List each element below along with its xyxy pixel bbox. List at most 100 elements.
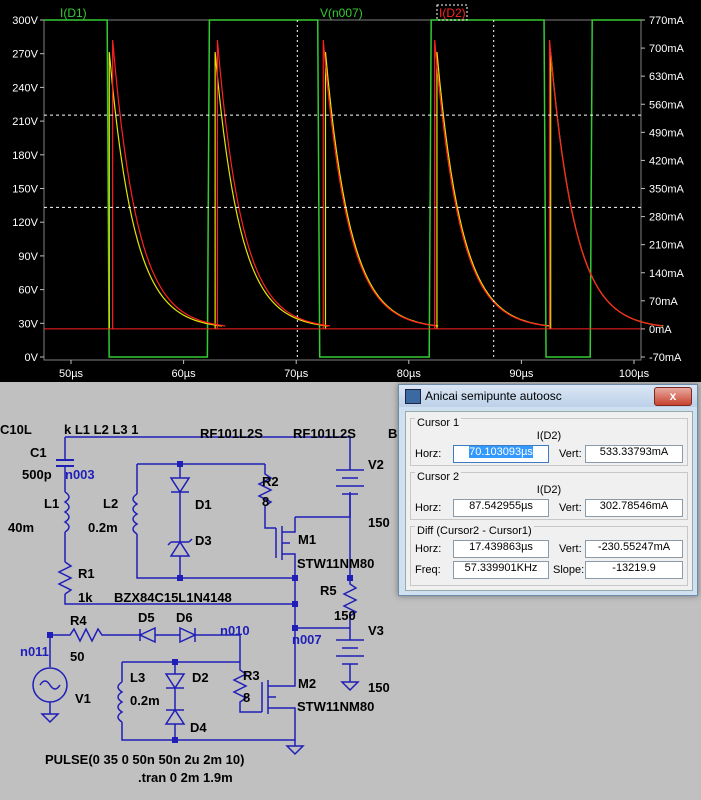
trace-i-d1-pulse [324,52,439,329]
x-axis-tick-label: 80µs [397,368,422,380]
label-k-directive[interactable]: k L1 L2 L3 1 [64,422,138,437]
x-axis-tick-label: 90µs [509,368,534,380]
left-axis-tick-label: 60V [18,285,38,297]
label-v1[interactable]: V1 [75,691,91,706]
right-axis-tick-label: 560mA [649,99,685,111]
label-c10l[interactable]: C10L [0,422,32,437]
label-d1[interactable]: D1 [195,497,212,512]
trace-i-d2-pulse [322,40,436,329]
left-axis-tick-label: 150V [12,184,38,196]
label-v3-value[interactable]: 150 [368,680,390,695]
label-c1[interactable]: C1 [30,445,47,460]
x-axis-tick-label: 70µs [284,368,309,380]
label-l2[interactable]: L2 [103,496,118,511]
diff-slope-field[interactable]: -13219.9 [585,561,683,579]
label-r3-value[interactable]: 8 [243,690,250,705]
net-label-n010[interactable]: n010 [220,623,250,638]
label-m1-value[interactable]: STW11NM80 [297,556,374,571]
right-axis-tick-label: 770mA [649,15,685,27]
label-v2[interactable]: V2 [368,457,384,472]
label-d3[interactable]: D3 [195,533,212,548]
label-r4[interactable]: R4 [70,613,87,628]
ltspice-app-icon [405,389,421,404]
cursor1-horz-field[interactable]: 70.103093µs [453,445,549,463]
label-l1[interactable]: L1 [44,496,59,511]
diff-vert-field[interactable]: -230.55247mA [585,540,683,558]
right-axis-tick-label: 350mA [649,184,685,196]
right-axis-tick-label: 280mA [649,212,685,224]
label-r4-value[interactable]: 50 [70,649,84,664]
trace-label-v-n007[interactable]: V(n007) [320,6,363,20]
cursor2-horz-field[interactable]: 87.542955µs [453,499,549,517]
label-v3[interactable]: V3 [368,623,384,638]
label-d4[interactable]: D4 [190,720,207,735]
label-r2-value[interactable]: 8 [262,494,269,509]
label-m1[interactable]: M1 [298,532,316,547]
label-d5[interactable]: D5 [138,610,155,625]
label-l1-value[interactable]: 40m [8,520,34,535]
label-r5-value[interactable]: 150 [334,608,356,623]
left-axis-tick-label: 300V [12,15,38,27]
label-rf2[interactable]: RF101L2S [293,426,356,441]
cursor1-group-title: Cursor 1 [415,417,462,429]
cursor1-horz-label: Horz: [415,448,442,460]
right-axis-tick-label: 140mA [649,268,685,280]
cursor2-trace: I(D2) [536,484,562,496]
label-zener-part[interactable]: BZX84C15L1N4148 [114,590,232,605]
cursor1-vert-label: Vert: [559,448,582,460]
trace-label-i-d1[interactable]: I(D1) [60,6,87,20]
trace-i-d2-pulse [216,40,331,329]
left-axis-tick-label: 120V [12,217,38,229]
net-label-n011[interactable]: n011 [20,644,49,659]
right-axis-tick-label: -70mA [649,352,682,364]
label-r1-value[interactable]: 1k [78,590,93,605]
diff-group-title: Diff (Cursor2 - Cursor1) [415,525,534,537]
cursor-dialog[interactable]: Anicai semipunte autoosc x Cursor 1 I(D2… [398,384,698,596]
label-r5[interactable]: R5 [320,583,337,598]
label-l3-value[interactable]: 0.2m [130,693,160,708]
close-button[interactable]: x [654,387,692,406]
label-rf1[interactable]: RF101L2S [200,426,263,441]
right-axis-tick-label: 700mA [649,43,685,55]
label-c1-value[interactable]: 500p [22,467,52,482]
cursor2-group-title: Cursor 2 [415,471,462,483]
label-b[interactable]: B [388,426,397,441]
right-axis-tick-label: 0mA [649,324,672,336]
net-label-n003[interactable]: n003 [65,467,95,482]
label-r3[interactable]: R3 [243,668,260,683]
right-axis-tick-label: 630mA [649,71,685,83]
label-r2[interactable]: R2 [262,474,279,489]
left-axis-tick-label: 240V [12,82,38,94]
trace-label-i-d2[interactable]: I(D2) [439,6,466,20]
cursor1-vert-field[interactable]: 533.33793mA [585,445,683,463]
label-r1[interactable]: R1 [78,566,95,581]
label-d2[interactable]: D2 [192,670,209,685]
label-d6[interactable]: D6 [176,610,193,625]
waveform-plot[interactable]: 300V 270V 240V 210V 180V 150V 120V 90V 60V 30V 0V 7… [0,0,701,382]
right-axis-tick-label: 490mA [649,127,685,139]
diff-horz-label: Horz: [415,543,442,555]
label-tran-directive[interactable]: .tran 0 2m 1.9m [138,770,233,785]
label-v2-value[interactable]: 150 [368,515,390,530]
cursor2-vert-field[interactable]: 302.78546mA [585,499,683,517]
trace-i-d2-pulse [548,40,663,329]
label-l3[interactable]: L3 [130,670,145,685]
cursor2-horz-label: Horz: [415,502,442,514]
diff-vert-label: Vert: [559,543,582,555]
label-m2-value[interactable]: STW11NM80 [297,699,374,714]
diff-freq-field[interactable]: 57.339901KHz [453,561,549,579]
label-pulse-source[interactable]: PULSE(0 35 0 50n 50n 2u 2m 10) [45,752,244,767]
right-axis-tick-label: 70mA [649,296,678,308]
net-label-n007[interactable]: n007 [292,632,322,647]
label-m2[interactable]: M2 [298,676,316,691]
cursor1-trace: I(D2) [536,430,562,442]
left-axis-tick-label: 90V [18,251,38,263]
dialog-titlebar[interactable]: Anicai semipunte autoosc x [399,385,697,407]
dialog-body: Cursor 1 I(D2) Horz: 70.103093µs Vert: 5… [405,411,693,591]
cursor2-vert-label: Vert: [559,502,582,514]
label-l2-value[interactable]: 0.2m [88,520,118,535]
dialog-title: Anicai semipunte autoosc [425,389,562,403]
right-axis-tick-label: 420mA [649,155,685,167]
diff-horz-field[interactable]: 17.439863µs [453,540,549,558]
waveform-plot-pane[interactable]: 300V 270V 240V 210V 180V 150V 120V 90V 60V 30V 0V 7… [0,0,701,382]
